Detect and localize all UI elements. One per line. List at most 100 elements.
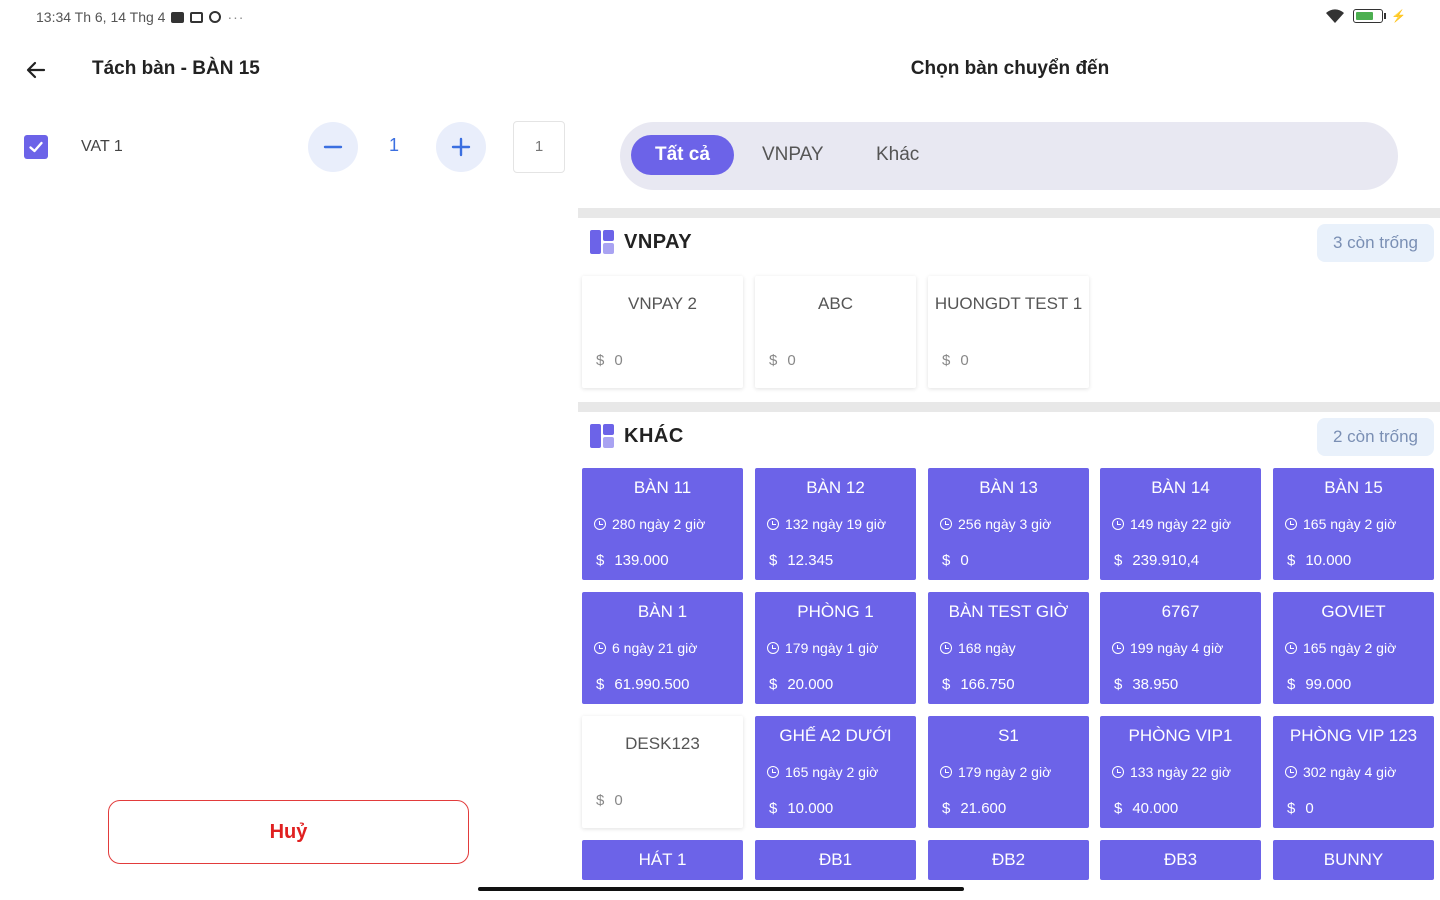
table-card[interactable]: BÀN 12 132 ngày 19 giờ $12.345 [755, 468, 916, 580]
table-time: 149 ngày 22 giờ [1112, 516, 1231, 532]
table-card[interactable]: PHÒNG 1 179 ngày 1 giờ $20.000 [755, 592, 916, 704]
table-card[interactable]: PHÒNG VIP 123 302 ngày 4 giờ $0 [1273, 716, 1434, 828]
dollar-icon: $ [596, 792, 605, 809]
table-name: ĐB3 [1163, 850, 1198, 869]
table-card[interactable]: BÀN 14 149 ngày 22 giờ $239.910,4 [1100, 468, 1261, 580]
table-name: HÁT 1 [638, 850, 687, 869]
table-card[interactable]: BÀN 1 6 ngày 21 giờ $61.990.500 [582, 592, 743, 704]
item-checkbox[interactable] [24, 135, 48, 159]
clock-icon [1112, 518, 1124, 530]
status-bar: 13:34 Th 6, 14 Thg 4 ··· ⚡ [0, 0, 1440, 34]
table-card[interactable]: VNPAY 2 $0 [582, 276, 743, 388]
section-divider [578, 402, 1440, 412]
dollar-icon: $ [942, 552, 951, 569]
table-card[interactable]: BÀN 11 280 ngày 2 giờ $139.000 [582, 468, 743, 580]
clock-icon [940, 518, 952, 530]
sync-notification-icon [209, 11, 222, 23]
battery-icon [1353, 9, 1387, 23]
table-name: BÀN 1 [637, 602, 688, 621]
dollar-icon: $ [942, 800, 951, 817]
table-card[interactable]: PHÒNG VIP1 133 ngày 22 giờ $40.000 [1100, 716, 1261, 828]
table-name: ĐB2 [991, 850, 1026, 869]
table-amount: $12.345 [769, 552, 834, 569]
table-amount: $21.600 [942, 800, 1007, 817]
table-card[interactable]: GHẾ A2 DƯỚI 165 ngày 2 giờ $10.000 [755, 716, 916, 828]
free-tables-badge: 3 còn trống [1316, 224, 1434, 262]
dollar-icon: $ [596, 352, 605, 369]
back-button[interactable] [20, 54, 52, 86]
dollar-icon: $ [942, 676, 951, 693]
clock-icon [1285, 642, 1297, 654]
dollar-icon: $ [1114, 552, 1123, 569]
table-time: 280 ngày 2 giờ [594, 516, 705, 532]
table-name: VNPAY 2 [628, 294, 697, 313]
table-name: GOVIET [1321, 602, 1386, 621]
section-header: VNPAY [590, 230, 692, 254]
table-name: GHẾ A2 DƯỚI [779, 726, 892, 745]
decrease-quantity-button[interactable] [308, 122, 358, 172]
table-card[interactable]: HÁT 1 [582, 840, 743, 880]
home-indicator[interactable] [478, 887, 964, 891]
table-name: BUNNY [1323, 850, 1384, 869]
table-card[interactable]: ĐB3 [1100, 840, 1261, 880]
table-card[interactable]: ĐB2 [928, 840, 1089, 880]
dollar-icon: $ [1114, 800, 1123, 817]
table-time: 256 ngày 3 giờ [940, 516, 1051, 532]
right-title: Chọn bàn chuyển đến [910, 58, 1110, 79]
table-time: 199 ngày 4 giờ [1112, 640, 1223, 656]
plus-icon [451, 137, 471, 157]
check-icon [29, 141, 43, 153]
table-name: ĐB1 [818, 850, 853, 869]
increase-quantity-button[interactable] [436, 122, 486, 172]
table-time: 165 ngày 2 giờ [767, 764, 878, 780]
clock-icon [594, 518, 606, 530]
clock-icon [940, 642, 952, 654]
table-amount: $20.000 [769, 676, 834, 693]
table-card[interactable]: GOVIET 165 ngày 2 giờ $99.000 [1273, 592, 1434, 704]
clock-icon [1285, 766, 1297, 778]
table-card[interactable]: HUONGDT TEST 1 $0 [928, 276, 1089, 388]
table-amount: $0 [942, 352, 969, 369]
dollar-icon: $ [1287, 800, 1296, 817]
back-arrow-icon [26, 61, 46, 79]
table-card[interactable]: ĐB1 [755, 840, 916, 880]
section-header: KHÁC [590, 424, 684, 448]
section-title: KHÁC [624, 424, 684, 447]
dollar-icon: $ [596, 552, 605, 569]
status-left: 13:34 Th 6, 14 Thg 4 ··· [36, 9, 244, 25]
dollar-icon: $ [1114, 676, 1123, 693]
table-card[interactable]: BÀN 15 165 ngày 2 giờ $10.000 [1273, 468, 1434, 580]
tab-vnpay[interactable]: VNPAY [762, 135, 824, 175]
table-card[interactable]: BÀN TEST GIỜ 168 ngày $166.750 [928, 592, 1089, 704]
tab-other[interactable]: Khác [876, 135, 919, 175]
dollar-icon: $ [1287, 552, 1296, 569]
section-grid-icon [590, 230, 614, 254]
quantity-input[interactable]: 1 [513, 121, 565, 173]
cancel-button[interactable]: Huỷ [108, 800, 469, 864]
dollar-icon: $ [942, 352, 951, 369]
table-card[interactable]: ABC $0 [755, 276, 916, 388]
clock-icon [1285, 518, 1297, 530]
table-card[interactable]: S1 179 ngày 2 giờ $21.600 [928, 716, 1089, 828]
table-name: HUONGDT TEST 1 [934, 294, 1083, 313]
table-card[interactable]: BÀN 13 256 ngày 3 giờ $0 [928, 468, 1089, 580]
tab-all[interactable]: Tất cả [631, 135, 734, 175]
battery-level [1356, 12, 1373, 20]
table-time: 179 ngày 2 giờ [940, 764, 1051, 780]
table-card[interactable]: BUNNY [1273, 840, 1434, 880]
table-name: DESK123 [625, 734, 700, 753]
table-time: 6 ngày 21 giờ [594, 640, 697, 656]
quantity-value: 1 [388, 135, 399, 155]
table-time: 165 ngày 2 giờ [1285, 516, 1396, 532]
table-amount: $166.750 [942, 676, 1015, 693]
table-card[interactable]: DESK123 $0 [582, 716, 743, 828]
wifi-icon [1326, 9, 1345, 23]
table-card[interactable]: 6767 199 ngày 4 giờ $38.950 [1100, 592, 1261, 704]
minus-icon [323, 145, 343, 149]
table-time: 132 ngày 19 giờ [767, 516, 886, 532]
table-name: PHÒNG VIP 123 [1289, 726, 1418, 745]
split-item-row: VAT 1 1 1 [24, 118, 569, 176]
table-name: PHÒNG VIP1 [1128, 726, 1233, 745]
table-amount: $10.000 [1287, 552, 1352, 569]
charging-icon: ⚡ [1391, 9, 1406, 23]
